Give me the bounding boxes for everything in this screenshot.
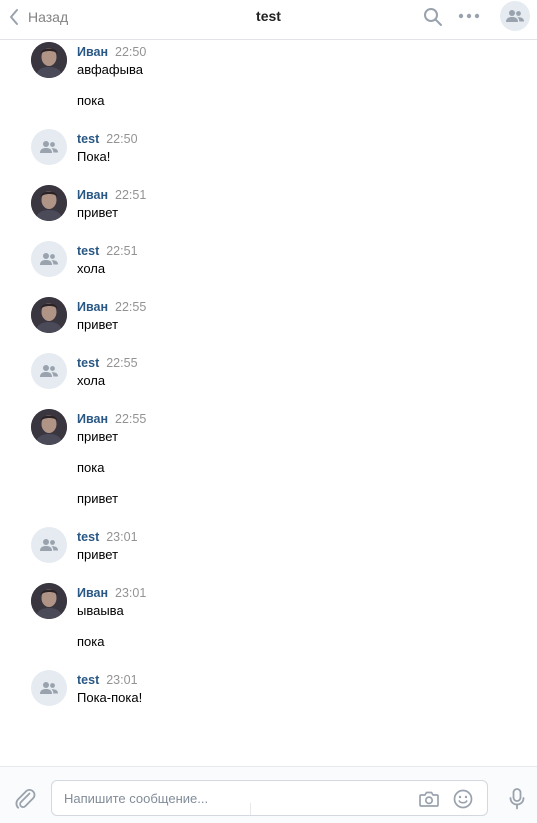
microphone-icon	[509, 788, 525, 810]
message-time[interactable]: 22:50	[106, 132, 137, 146]
attach-icon	[15, 789, 36, 809]
page-title: test	[256, 8, 281, 24]
author-name[interactable]: Иван	[77, 412, 108, 426]
message-meta: test 22:50	[77, 132, 138, 146]
message-input-wrapper	[51, 780, 488, 816]
message-meta: Иван 22:50	[77, 45, 146, 59]
camera-button[interactable]	[418, 788, 440, 810]
message-text: пока	[77, 634, 105, 649]
camera-icon	[419, 791, 439, 807]
group-icon	[40, 253, 58, 265]
user-photo-icon	[31, 42, 67, 78]
group-icon	[40, 365, 58, 377]
author-name[interactable]: Иван	[77, 300, 108, 314]
chat-avatar-button[interactable]	[500, 1, 530, 31]
more-icon	[458, 13, 480, 19]
avatar[interactable]	[31, 353, 67, 389]
chat-header: Назад test	[0, 0, 537, 40]
avatar[interactable]	[31, 297, 67, 333]
avatar[interactable]	[31, 670, 67, 706]
message-time[interactable]: 22:55	[106, 356, 137, 370]
message-meta: Иван 22:55	[77, 412, 146, 426]
author-name[interactable]: Иван	[77, 586, 108, 600]
message-list[interactable]: Иван 22:50 авфафыва пока test 22:50 Пока!	[0, 40, 537, 765]
message-meta: Иван 22:55	[77, 300, 146, 314]
search-icon	[424, 8, 442, 26]
search-button[interactable]	[423, 7, 443, 27]
more-button[interactable]	[458, 7, 480, 27]
avatar[interactable]	[31, 409, 67, 445]
author-name[interactable]: test	[77, 673, 99, 687]
message-time[interactable]: 22:51	[106, 244, 137, 258]
avatar[interactable]	[31, 42, 67, 78]
message-time[interactable]: 23:01	[106, 673, 137, 687]
attach-button[interactable]	[13, 787, 37, 811]
message-time[interactable]: 23:01	[106, 530, 137, 544]
author-name[interactable]: Иван	[77, 45, 108, 59]
message-text: привет	[77, 317, 119, 332]
message-text: привет	[77, 547, 119, 562]
message-time[interactable]: 22:55	[115, 412, 146, 426]
avatar[interactable]	[31, 129, 67, 165]
message-text: хола	[77, 261, 106, 276]
avatar[interactable]	[31, 527, 67, 563]
message-text: ываыва	[77, 603, 124, 618]
author-name[interactable]: test	[77, 530, 99, 544]
group-icon	[506, 10, 524, 22]
emoji-button[interactable]	[452, 788, 474, 810]
chevron-left-icon	[10, 9, 18, 25]
message-text: Пока-пока!	[77, 690, 143, 705]
avatar[interactable]	[31, 583, 67, 619]
group-icon	[40, 539, 58, 551]
message-text: привет	[77, 205, 119, 220]
message-time[interactable]: 22:50	[115, 45, 146, 59]
message-input[interactable]	[64, 781, 404, 815]
message-text: хола	[77, 373, 106, 388]
user-photo-icon	[31, 409, 67, 445]
back-label: Назад	[28, 9, 69, 25]
group-icon	[40, 141, 58, 153]
user-photo-icon	[31, 185, 67, 221]
author-name[interactable]: Иван	[77, 188, 108, 202]
back-button[interactable]: Назад	[8, 7, 68, 27]
author-name[interactable]: test	[77, 132, 99, 146]
message-time[interactable]: 22:51	[115, 188, 146, 202]
avatar[interactable]	[31, 241, 67, 277]
message-text: пока	[77, 460, 105, 475]
user-photo-icon	[31, 583, 67, 619]
avatar[interactable]	[31, 185, 67, 221]
message-text: привет	[77, 491, 119, 506]
voice-message-button[interactable]	[507, 787, 527, 811]
author-name[interactable]: test	[77, 244, 99, 258]
message-meta: test 22:51	[77, 244, 138, 258]
message-text: привет	[77, 429, 119, 444]
divider	[250, 803, 251, 815]
author-name[interactable]: test	[77, 356, 99, 370]
message-composer	[0, 766, 537, 823]
group-icon	[40, 682, 58, 694]
message-meta: Иван 22:51	[77, 188, 146, 202]
message-time[interactable]: 22:55	[115, 300, 146, 314]
message-meta: Иван 23:01	[77, 586, 146, 600]
message-meta: test 23:01	[77, 530, 138, 544]
smile-icon	[453, 789, 473, 809]
message-meta: test 23:01	[77, 673, 138, 687]
message-text: авфафыва	[77, 62, 143, 77]
user-photo-icon	[31, 297, 67, 333]
message-text: Пока!	[77, 149, 111, 164]
message-meta: test 22:55	[77, 356, 138, 370]
message-text: пока	[77, 93, 105, 108]
message-time[interactable]: 23:01	[115, 586, 146, 600]
